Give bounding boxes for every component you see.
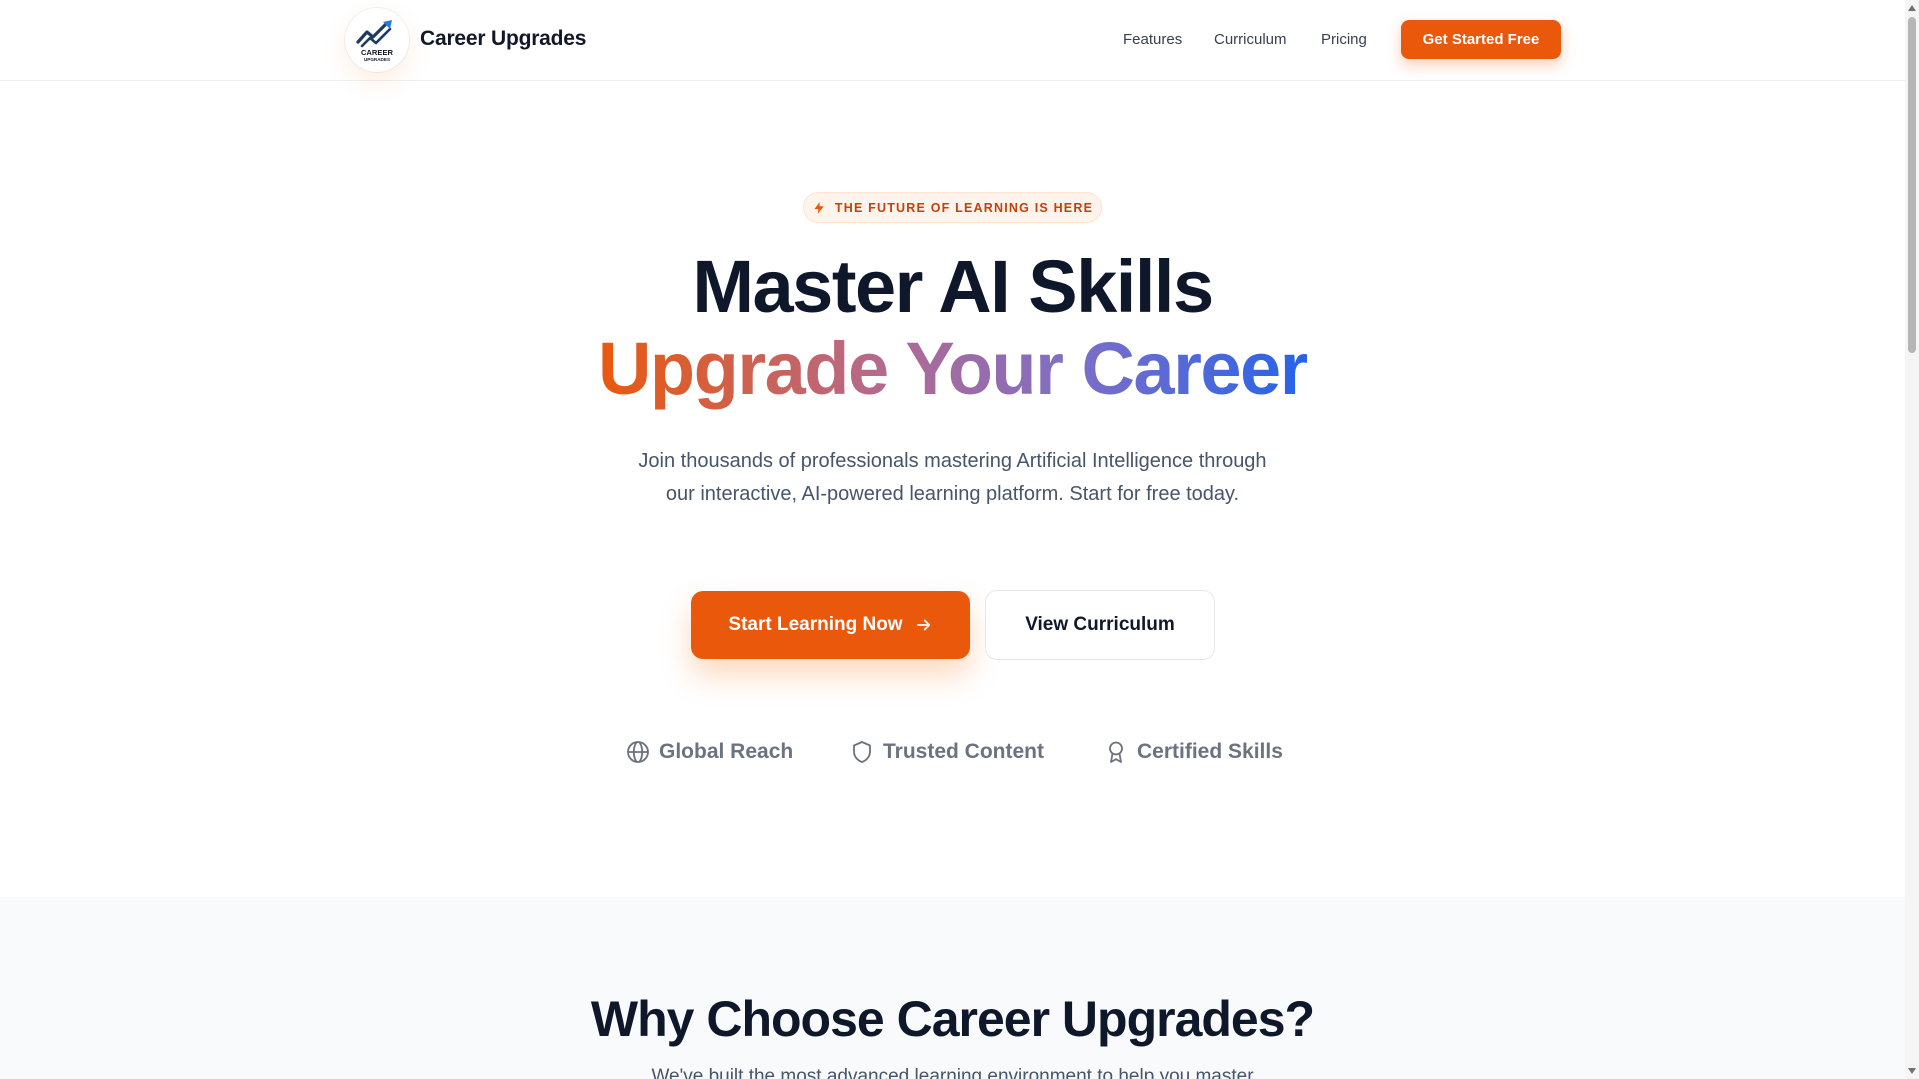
shield-icon xyxy=(853,741,871,763)
hero-description: Join thousands of professionals masterin… xyxy=(638,450,1267,505)
hero-subtitle: Upgrade Your Career xyxy=(0,327,1905,411)
trust-item-global-reach: Global Reach xyxy=(626,740,793,764)
logo[interactable]: CAREER UPGRADES xyxy=(345,8,409,72)
arrow-right-icon xyxy=(916,619,930,631)
globe-icon xyxy=(627,741,649,763)
site-header: CAREER UPGRADES Career Upgrades Features… xyxy=(0,0,1905,81)
trust-label: Global Reach xyxy=(659,740,794,763)
logo-text-bottom: UPGRADES xyxy=(364,57,390,62)
get-started-free-button[interactable]: Get Started Free xyxy=(1401,20,1561,59)
logo-text-top: CAREER xyxy=(361,48,394,57)
why-section-title: Why Choose Career Upgrades? xyxy=(590,991,1315,1047)
trust-label: Certified Skills xyxy=(1137,740,1283,763)
nav-link-features[interactable]: Features xyxy=(1123,31,1182,48)
hero-badge: THE FUTURE OF LEARNING IS HERE xyxy=(803,192,1102,223)
hero-title: Master AI Skills xyxy=(692,245,1214,328)
trust-item-trusted-content: Trusted Content xyxy=(850,740,1044,764)
why-section-description: We've built the most advanced learning e… xyxy=(651,1066,1254,1079)
trust-label: Trusted Content xyxy=(883,740,1044,763)
hero-subtitle-text: Upgrade Your Career xyxy=(597,327,1309,410)
scroll-up-arrow-icon[interactable] xyxy=(1908,5,1916,11)
start-learning-button[interactable]: Start Learning Now xyxy=(691,591,970,659)
start-learning-label: Start Learning Now xyxy=(728,614,903,635)
nav-link-pricing[interactable]: Pricing xyxy=(1321,31,1367,48)
scroll-down-arrow-icon[interactable] xyxy=(1908,1068,1916,1074)
nav-link-curriculum[interactable]: Curriculum xyxy=(1214,31,1287,48)
scrollbar-thumb[interactable] xyxy=(1908,17,1916,353)
page: CAREER UPGRADES Career Upgrades Features… xyxy=(0,0,1919,1079)
why-section xyxy=(0,897,1905,1079)
lightning-icon xyxy=(814,201,824,214)
career-upgrades-logo-icon: CAREER UPGRADES xyxy=(356,20,394,62)
trust-item-certified-skills: Certified Skills xyxy=(1104,740,1283,764)
award-icon xyxy=(1109,741,1123,763)
hero-badge-text: THE FUTURE OF LEARNING IS HERE xyxy=(834,200,1094,215)
brand-name[interactable]: Career Upgrades xyxy=(420,27,586,51)
view-curriculum-button[interactable]: View Curriculum xyxy=(985,590,1215,660)
page-scrollbar[interactable] xyxy=(1905,0,1919,1079)
